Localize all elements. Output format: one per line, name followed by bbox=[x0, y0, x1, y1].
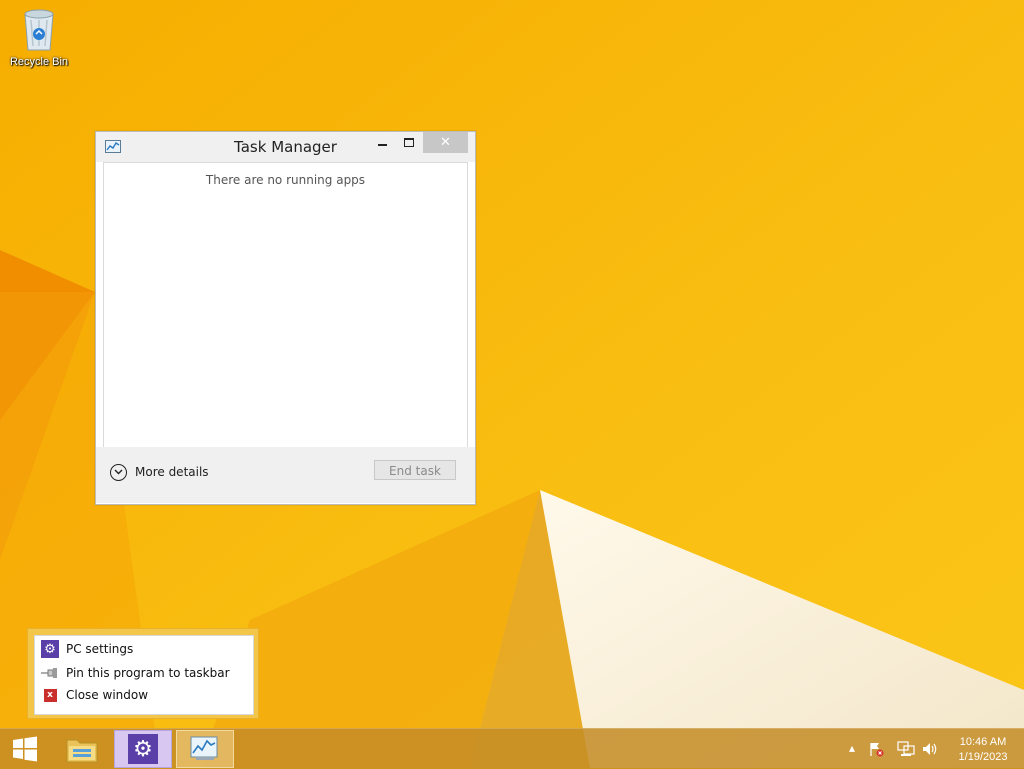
show-hidden-icons-icon[interactable]: ▴ bbox=[844, 741, 860, 757]
jump-list-menu: ⚙ PC settings Pin this program to taskba… bbox=[34, 635, 254, 715]
end-task-button[interactable]: End task bbox=[374, 460, 456, 480]
maximize-button[interactable] bbox=[399, 132, 421, 153]
chevron-down-icon bbox=[110, 463, 127, 481]
clock-date: 1/19/2023 bbox=[958, 751, 1008, 763]
taskbar-jump-list: ⚙ PC settings Pin this program to taskba… bbox=[27, 628, 259, 719]
recycle-bin-icon bbox=[19, 4, 59, 52]
gear-icon: ⚙ bbox=[41, 640, 59, 658]
volume-icon[interactable] bbox=[921, 741, 937, 757]
jump-list-item-pc-settings[interactable]: ⚙ PC settings bbox=[41, 639, 133, 659]
minimize-button[interactable] bbox=[372, 132, 394, 153]
taskbar: ⚙ ▴ 10:46 AM 1/19/2023 bbox=[0, 728, 1024, 769]
app-list: There are no running apps bbox=[103, 162, 468, 448]
title-bar[interactable]: Task Manager ✕ bbox=[96, 132, 475, 162]
jump-list-item-label: Pin this program to taskbar bbox=[66, 666, 230, 680]
taskbar-clock[interactable]: 10:46 AM 1/19/2023 bbox=[953, 735, 1013, 765]
action-center-flag-icon[interactable] bbox=[868, 741, 884, 757]
close-icon: ✕ bbox=[440, 135, 451, 150]
close-icon: x bbox=[43, 688, 57, 702]
network-icon[interactable] bbox=[897, 741, 915, 757]
pin-icon bbox=[41, 664, 59, 682]
system-tray: ▴ 10:46 AM 1/19/2023 bbox=[0, 729, 1024, 769]
desktop-icon-recycle-bin[interactable]: Recycle Bin bbox=[4, 4, 74, 68]
minimize-icon bbox=[378, 144, 387, 146]
recycle-bin-label: Recycle Bin bbox=[9, 56, 69, 68]
task-manager-window: Task Manager ✕ There are no running apps… bbox=[95, 131, 476, 505]
maximize-icon bbox=[404, 138, 414, 147]
jump-list-item-pin[interactable]: Pin this program to taskbar bbox=[41, 663, 230, 683]
jump-list-item-label: PC settings bbox=[66, 642, 134, 656]
clock-time: 10:46 AM bbox=[959, 736, 1007, 748]
jump-list-item-label: Close window bbox=[66, 688, 149, 702]
footer: More details End task bbox=[96, 447, 475, 503]
more-details-button[interactable]: More details bbox=[110, 461, 209, 483]
more-details-label: More details bbox=[135, 465, 209, 479]
jump-list-item-close-window[interactable]: x Close window bbox=[41, 685, 148, 705]
empty-message: There are no running apps bbox=[205, 173, 366, 187]
close-button[interactable]: ✕ bbox=[423, 132, 468, 153]
